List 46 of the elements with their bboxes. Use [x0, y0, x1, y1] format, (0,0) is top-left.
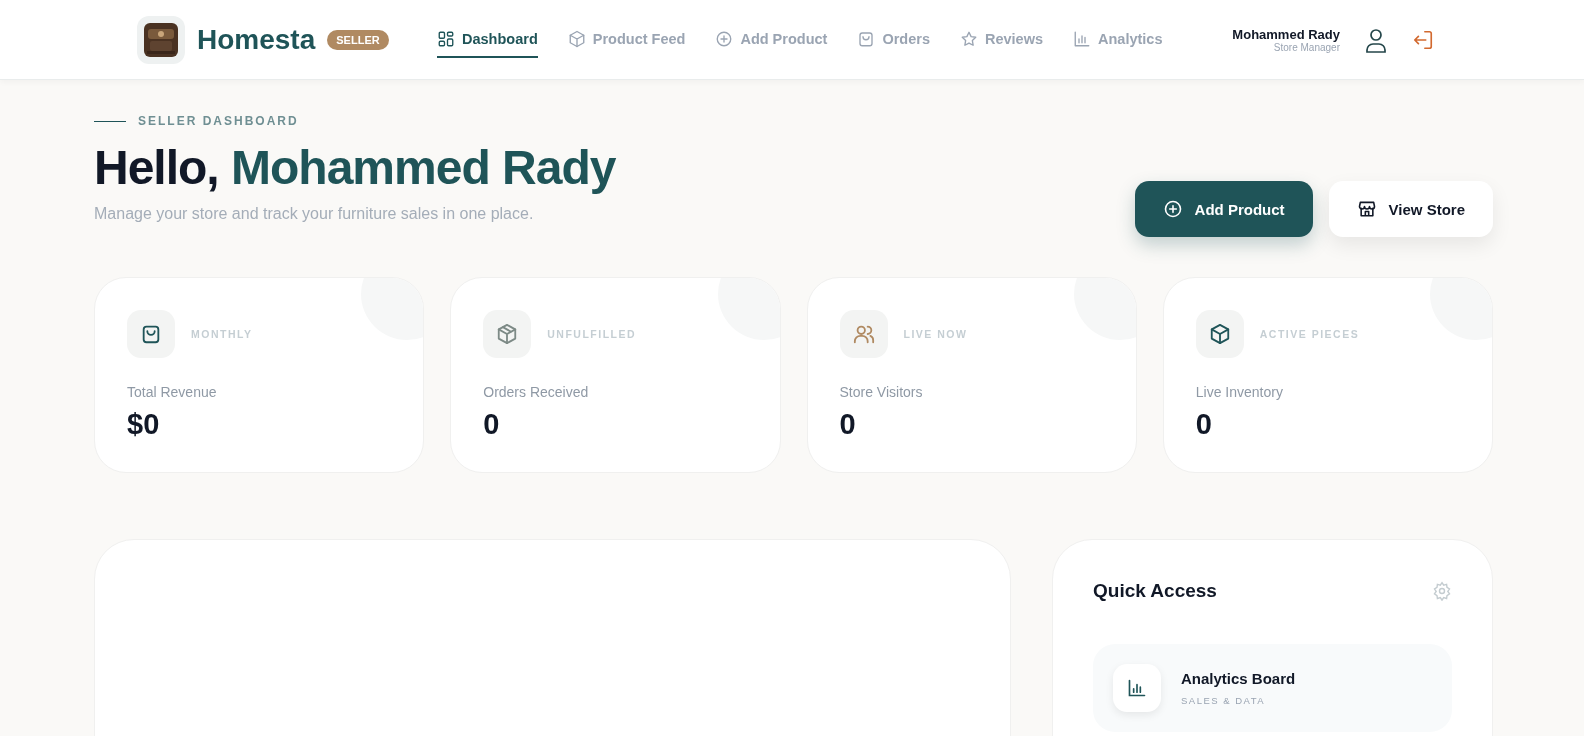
bag-icon [857, 29, 876, 48]
stat-value: 0 [839, 408, 857, 441]
stat-label: Live Inventory [1195, 384, 1284, 400]
logout-icon[interactable] [1412, 28, 1434, 51]
stat-value: 0 [1195, 408, 1213, 441]
stat-tag: UNFULFILLED [547, 328, 637, 340]
stat-tag: ACTIVE PIECES [1259, 328, 1360, 340]
users-icon [852, 323, 875, 345]
stat-label: Store Visitors [839, 384, 924, 400]
stat-value: $0 [127, 408, 161, 441]
greeting-heading: Hello, Mohammed Rady [94, 140, 616, 195]
nav-tab[interactable]: Analytics [1073, 21, 1163, 58]
user-name: Mohammed Rady [1232, 26, 1340, 42]
grid-icon [437, 29, 455, 48]
box-icon [496, 323, 519, 345]
section-label: SELLER DASHBOARD [138, 114, 299, 128]
nav-tab[interactable]: Add Product [715, 21, 828, 58]
bag-icon [140, 323, 162, 345]
link-title: Analytics Board [1181, 670, 1296, 687]
star-icon [959, 29, 978, 48]
link-subtitle: SALES & DATA [1181, 695, 1267, 706]
plus-circle-icon [715, 29, 734, 48]
view-store-button[interactable]: View Store [1328, 181, 1493, 237]
user-icon[interactable] [1364, 26, 1388, 53]
stat-value: 0 [483, 408, 501, 441]
stat-tag: LIVE NOW [903, 328, 968, 340]
nav-tab[interactable]: Dashboard [437, 21, 538, 58]
plus-circle-icon [1162, 199, 1183, 219]
store-icon [1356, 199, 1377, 219]
box-icon [567, 29, 586, 48]
add-product-button[interactable]: Add Product [1134, 181, 1313, 237]
nav-tab[interactable]: Reviews [959, 21, 1043, 58]
bar-chart-icon [1073, 29, 1091, 48]
card-title: Quick Access [1093, 580, 1217, 602]
nav-tab[interactable]: Orders [857, 21, 930, 58]
stat-label: Orders Received [483, 384, 590, 400]
brand-name: Homesta [197, 23, 316, 56]
nav-tab[interactable]: Product Feed [567, 21, 686, 58]
cube-icon [1208, 323, 1231, 345]
quick-link[interactable]: Analytics Board SALES & DATA [1093, 644, 1452, 732]
user-role: Store Manager [1273, 41, 1340, 53]
seller-badge: SELLER [327, 29, 389, 50]
stat-tag: MONTHLY [191, 328, 253, 340]
subtitle: Manage your store and track your furniture sales in one place. [94, 205, 535, 223]
stat-label: Total Revenue [127, 384, 218, 400]
bar-chart-icon [1127, 678, 1147, 698]
